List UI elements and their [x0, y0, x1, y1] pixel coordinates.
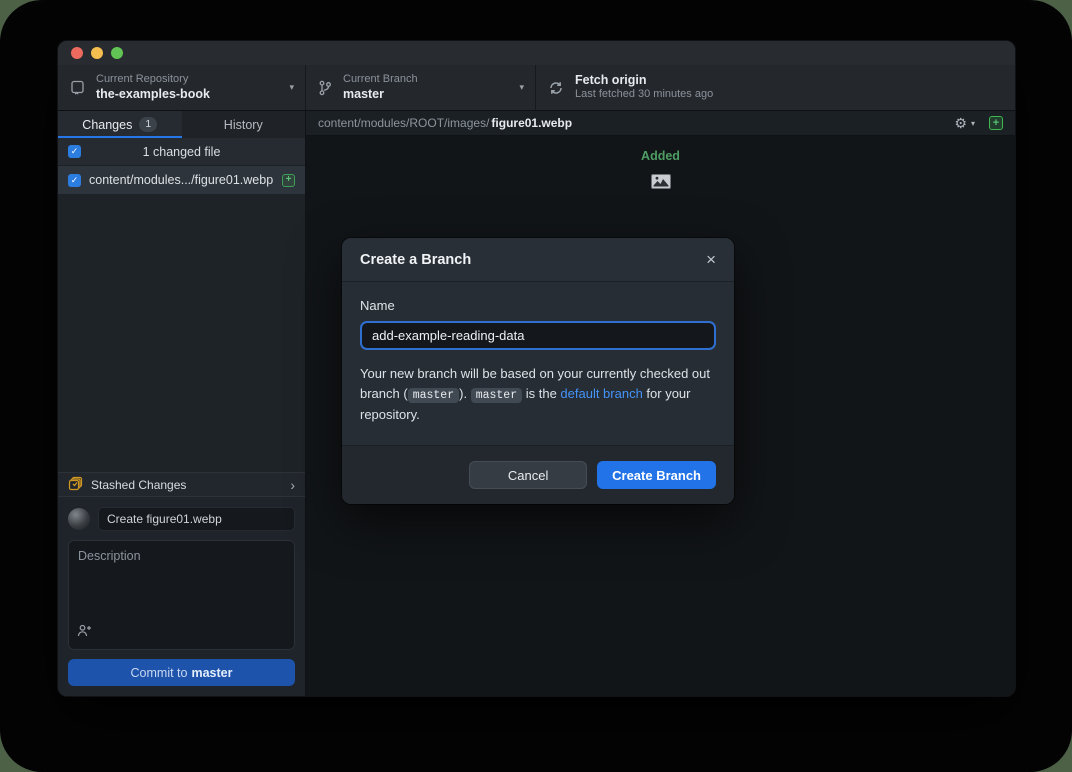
commit-button-prefix: Commit to: [131, 666, 188, 680]
tab-changes[interactable]: Changes 1: [58, 111, 182, 138]
sidebar-tabs: Changes 1 History: [58, 111, 305, 138]
diff-status-label: Added: [641, 149, 680, 163]
close-window-button[interactable]: [71, 47, 83, 59]
commit-form: Commit to master: [58, 497, 305, 696]
code-master: master: [408, 388, 459, 403]
cancel-button[interactable]: Cancel: [469, 461, 587, 489]
toolbar: Current Repository the-examples-book ▾ C…: [58, 65, 1015, 111]
repo-text: Current Repository the-examples-book: [96, 73, 210, 102]
fetch-label: Fetch origin: [575, 73, 713, 89]
close-icon[interactable]: ×: [706, 251, 716, 268]
changed-files-summary-row[interactable]: ✓ 1 changed file: [58, 138, 305, 166]
commit-summary-input[interactable]: [98, 507, 295, 531]
file-added-status-icon: +: [282, 174, 295, 187]
check-icon: ✓: [71, 147, 79, 156]
diff-options-button[interactable]: ⚙ ▾: [954, 116, 975, 130]
tab-changes-label: Changes: [82, 118, 132, 132]
chevron-down-icon: ▾: [519, 82, 524, 93]
commit-button[interactable]: Commit to master: [68, 659, 295, 686]
branch-icon: [318, 80, 332, 96]
changed-files-summary: 1 changed file: [143, 145, 221, 159]
commit-button-branch: master: [191, 666, 232, 680]
changed-file-row[interactable]: ✓ content/modules.../figure01.webp +: [58, 166, 305, 194]
select-all-checkbox[interactable]: ✓: [68, 145, 81, 158]
file-checkbox[interactable]: ✓: [68, 174, 81, 187]
dialog-footer: Cancel Create Branch: [342, 445, 734, 504]
zoom-window-button[interactable]: [111, 47, 123, 59]
file-path: content/modules.../figure01.webp: [89, 173, 274, 187]
commit-summary-row: [68, 507, 295, 531]
code-master: master: [471, 388, 522, 403]
chevron-right-icon: ›: [290, 478, 295, 492]
file-path-filename: figure01.webp: [491, 116, 572, 130]
current-branch-button[interactable]: Current Branch master ▾: [306, 65, 536, 110]
fetch-text: Fetch origin Last fetched 30 minutes ago: [575, 73, 713, 102]
dialog-description: Your new branch will be based on your cu…: [360, 364, 716, 425]
branch-name-label: Name: [360, 298, 716, 313]
branch-text: Current Branch master: [343, 73, 418, 102]
commit-description-wrap: [68, 540, 295, 650]
create-branch-dialog: Create a Branch × Name Your new branch w…: [342, 238, 734, 504]
create-branch-button[interactable]: Create Branch: [597, 461, 716, 489]
file-path-prefix: content/modules/ROOT/images/: [318, 116, 489, 130]
add-coauthor-icon[interactable]: [77, 624, 92, 642]
check-icon: ✓: [71, 176, 79, 185]
stash-icon: [68, 476, 83, 494]
tab-history[interactable]: History: [182, 111, 306, 138]
default-branch-link[interactable]: default branch: [560, 386, 642, 401]
chevron-down-icon: ▾: [971, 119, 975, 128]
titlebar: [58, 41, 1015, 65]
commit-description-input[interactable]: [68, 540, 295, 650]
repo-icon: [70, 80, 85, 96]
sidebar: Changes 1 History ✓ 1 changed file ✓ con…: [58, 111, 306, 696]
dialog-title: Create a Branch: [360, 252, 706, 268]
fetch-origin-button[interactable]: Fetch origin Last fetched 30 minutes ago: [536, 65, 1015, 110]
avatar: [68, 508, 90, 530]
minimize-window-button[interactable]: [91, 47, 103, 59]
branch-name-input[interactable]: [360, 321, 716, 350]
branch-value: master: [343, 87, 418, 103]
repo-label: Current Repository: [96, 73, 210, 87]
sync-icon: [548, 80, 564, 96]
stashed-changes-label: Stashed Changes: [91, 478, 186, 492]
dialog-body: Name Your new branch will be based on yo…: [342, 282, 734, 445]
tab-history-label: History: [224, 118, 263, 132]
branch-label: Current Branch: [343, 73, 418, 87]
dialog-header: Create a Branch ×: [342, 238, 734, 282]
repo-value: the-examples-book: [96, 87, 210, 103]
stashed-changes-row[interactable]: Stashed Changes ›: [58, 472, 305, 497]
file-list-empty-area: [58, 194, 305, 472]
fetch-sublabel: Last fetched 30 minutes ago: [575, 88, 713, 102]
current-repository-button[interactable]: Current Repository the-examples-book ▾: [58, 65, 306, 110]
added-file-icon: +: [989, 116, 1003, 130]
file-path-header: content/modules/ROOT/images/ figure01.we…: [306, 111, 1015, 136]
broken-image-icon: [651, 174, 671, 194]
changes-count-badge: 1: [139, 117, 157, 132]
chevron-down-icon: ▾: [289, 82, 294, 93]
gear-icon: ⚙: [954, 116, 967, 130]
